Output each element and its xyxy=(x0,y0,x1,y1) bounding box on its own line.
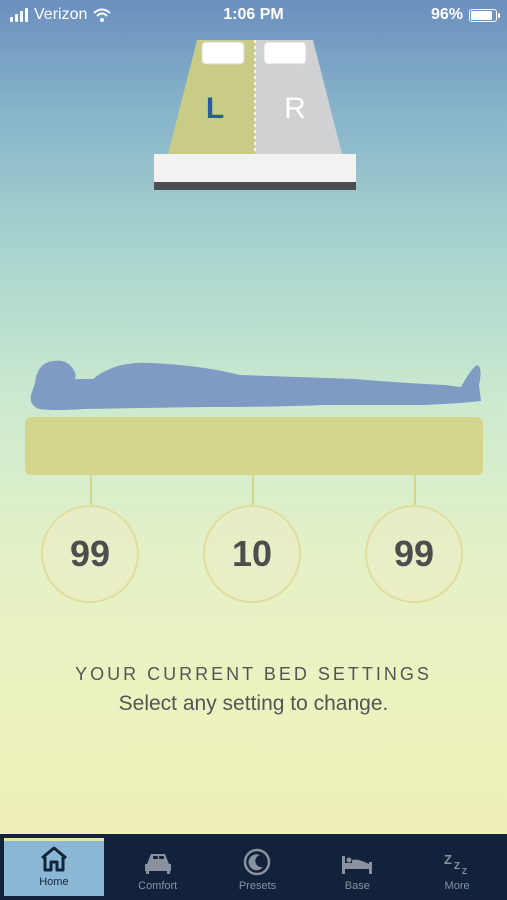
tab-label: More xyxy=(444,880,470,892)
tab-base[interactable]: Base xyxy=(307,834,407,900)
pillow-right xyxy=(263,41,307,65)
tab-presets[interactable]: Presets xyxy=(208,834,308,900)
bed-comfort-icon xyxy=(144,854,171,874)
tab-more[interactable]: Z Z Z More xyxy=(407,834,507,900)
connector-line xyxy=(414,475,416,505)
tab-label: Home xyxy=(39,876,69,888)
moon-icon xyxy=(244,848,271,876)
settings-subtitle: Select any setting to change. xyxy=(118,692,389,715)
setting-circle-left[interactable]: 99 xyxy=(41,505,139,603)
status-bar: Verizon 1:06 PM 96% xyxy=(0,0,507,30)
settings-title: YOUR CURRENT BED SETTINGS xyxy=(75,664,432,684)
bed-frame xyxy=(154,154,356,184)
setting-value: 10 xyxy=(231,533,273,574)
bed-base-icon xyxy=(342,856,373,874)
svg-text:Z: Z xyxy=(454,861,460,872)
sleeper-silhouette xyxy=(30,360,482,410)
svg-text:Z: Z xyxy=(444,852,452,867)
bed-left-label: L xyxy=(206,92,224,125)
tab-home[interactable]: Home xyxy=(4,838,104,896)
svg-text:Z: Z xyxy=(462,867,467,876)
tab-label: Comfort xyxy=(138,880,178,892)
status-right: 96% xyxy=(430,6,500,24)
bed-side-selector: L R xyxy=(154,40,356,190)
tab-label: Base xyxy=(344,880,370,892)
mattress xyxy=(25,417,483,475)
pillow-left xyxy=(201,41,245,65)
connector-line xyxy=(252,475,254,505)
battery-percent: 96% xyxy=(430,6,463,23)
bed-right-label: R xyxy=(284,92,306,125)
bed-frame-base xyxy=(154,182,356,190)
tab-comfort[interactable]: Comfort xyxy=(108,834,208,900)
battery-icon xyxy=(469,8,500,22)
zzz-icon: Z Z Z xyxy=(444,852,467,876)
setting-value: 99 xyxy=(393,533,435,574)
battery-fill xyxy=(471,10,492,20)
connector-line xyxy=(90,475,92,505)
tab-label: Presets xyxy=(238,880,277,892)
setting-circle-middle[interactable]: 10 xyxy=(203,505,301,603)
setting-circle-right[interactable]: 99 xyxy=(365,505,463,603)
setting-value: 99 xyxy=(69,533,111,574)
home-icon xyxy=(40,846,67,872)
tab-bar: Home Comfort Presets Base Z Z Z More xyxy=(0,834,507,900)
